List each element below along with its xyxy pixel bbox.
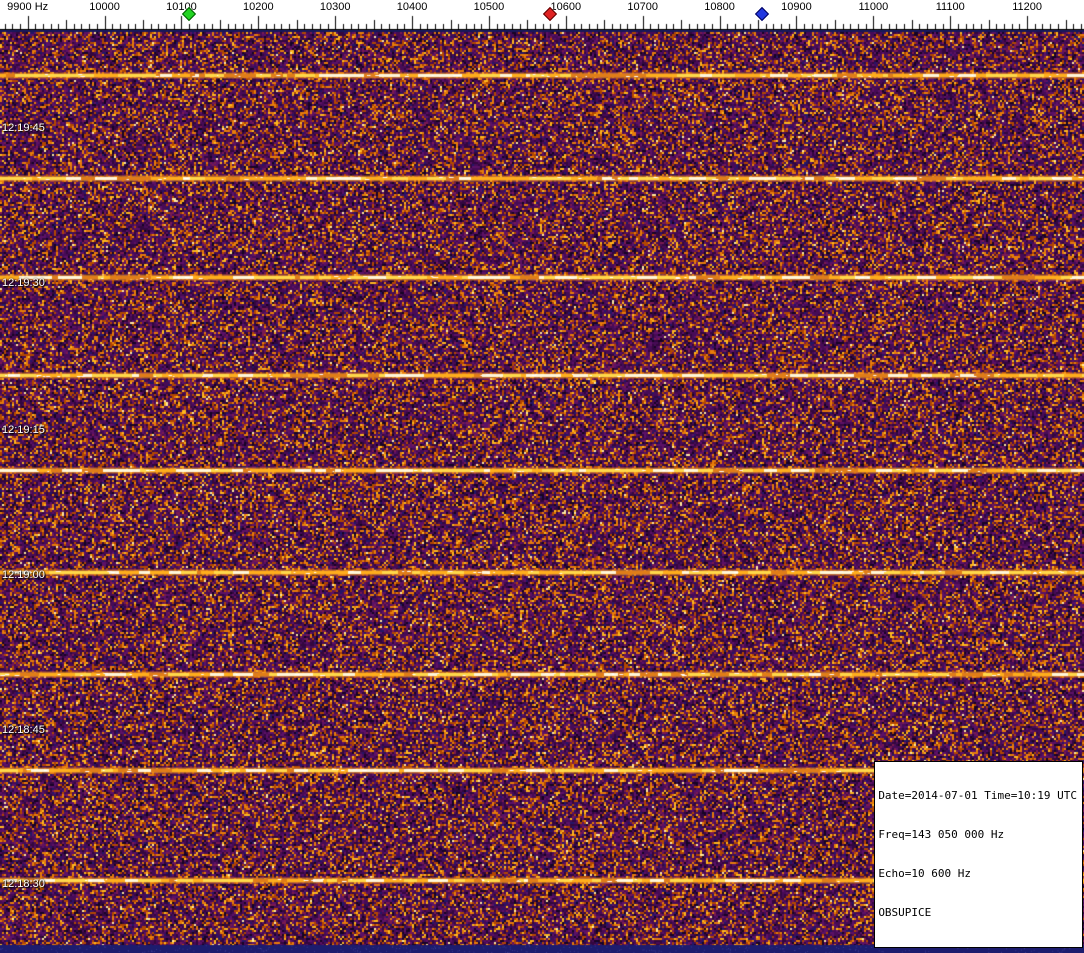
- freq-tick-label: 9900 Hz: [7, 1, 48, 13]
- time-tick-label: 12:18:30: [2, 878, 45, 890]
- freq-tick-label: 10300: [320, 1, 351, 13]
- info-station-line: OBSUPICE: [878, 906, 1077, 919]
- info-box: Date=2014-07-01 Time=10:19 UTC Freq=143 …: [874, 761, 1083, 948]
- spectrogram-window: 9900 Hz 10000 10100 10200 10300 10400 10500 106…: [0, 0, 1084, 953]
- time-tick-label: 12:19:15: [2, 424, 45, 436]
- frequency-ruler[interactable]: 9900 Hz 10000 10100 10200 10300 10400 10500 106…: [0, 0, 1084, 30]
- time-tick-label: 12:18:45: [2, 724, 45, 736]
- ruler-ticks-canvas: [0, 0, 1084, 30]
- info-echo-line: Echo=10 600 Hz: [878, 867, 1077, 880]
- time-tick-label: 12:19:00: [2, 569, 45, 581]
- freq-tick-label: 10900: [781, 1, 812, 13]
- freq-tick-label: 10200: [243, 1, 274, 13]
- freq-tick-label: 10400: [397, 1, 428, 13]
- freq-tick-label: 10500: [474, 1, 505, 13]
- freq-tick-label: 10000: [89, 1, 120, 13]
- freq-tick-label: 10700: [627, 1, 658, 13]
- freq-tick-label: 11000: [858, 1, 888, 13]
- info-date-line: Date=2014-07-01 Time=10:19 UTC: [878, 789, 1077, 802]
- info-freq-line: Freq=143 050 000 Hz: [878, 828, 1077, 841]
- freq-tick-label: 10800: [704, 1, 735, 13]
- freq-tick-label: 11200: [1012, 1, 1042, 13]
- time-tick-label: 12:19:45: [2, 122, 45, 134]
- freq-tick-label: 11100: [936, 1, 965, 13]
- waterfall-area: 12:19:45 12:19:30 12:19:15 12:19:00 12:18:45…: [0, 30, 1084, 953]
- time-tick-label: 12:19:30: [2, 277, 45, 289]
